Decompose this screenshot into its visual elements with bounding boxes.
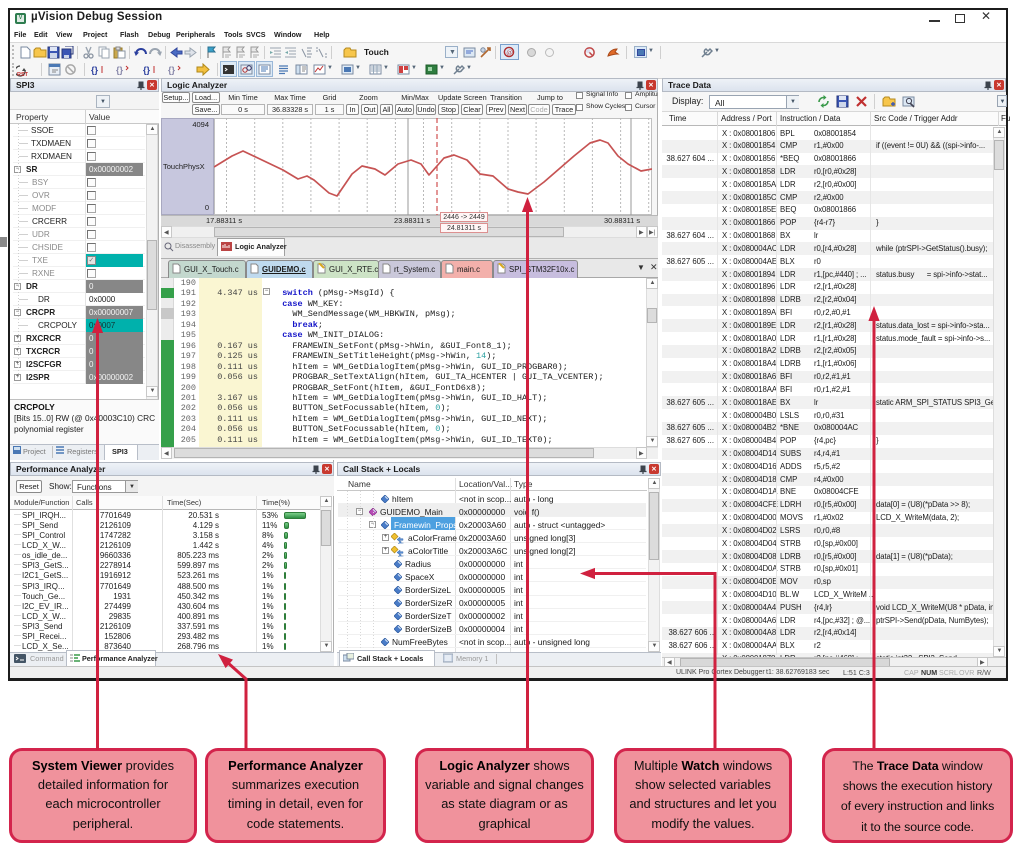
svg-text:@: @: [506, 49, 513, 57]
svg-text:RST: RST: [17, 72, 29, 77]
svg-text:{}: {}: [91, 65, 99, 75]
svg-text:{}: {}: [143, 65, 151, 75]
svg-text:{}: {}: [116, 65, 124, 75]
svg-text:{}: {}: [168, 65, 176, 75]
